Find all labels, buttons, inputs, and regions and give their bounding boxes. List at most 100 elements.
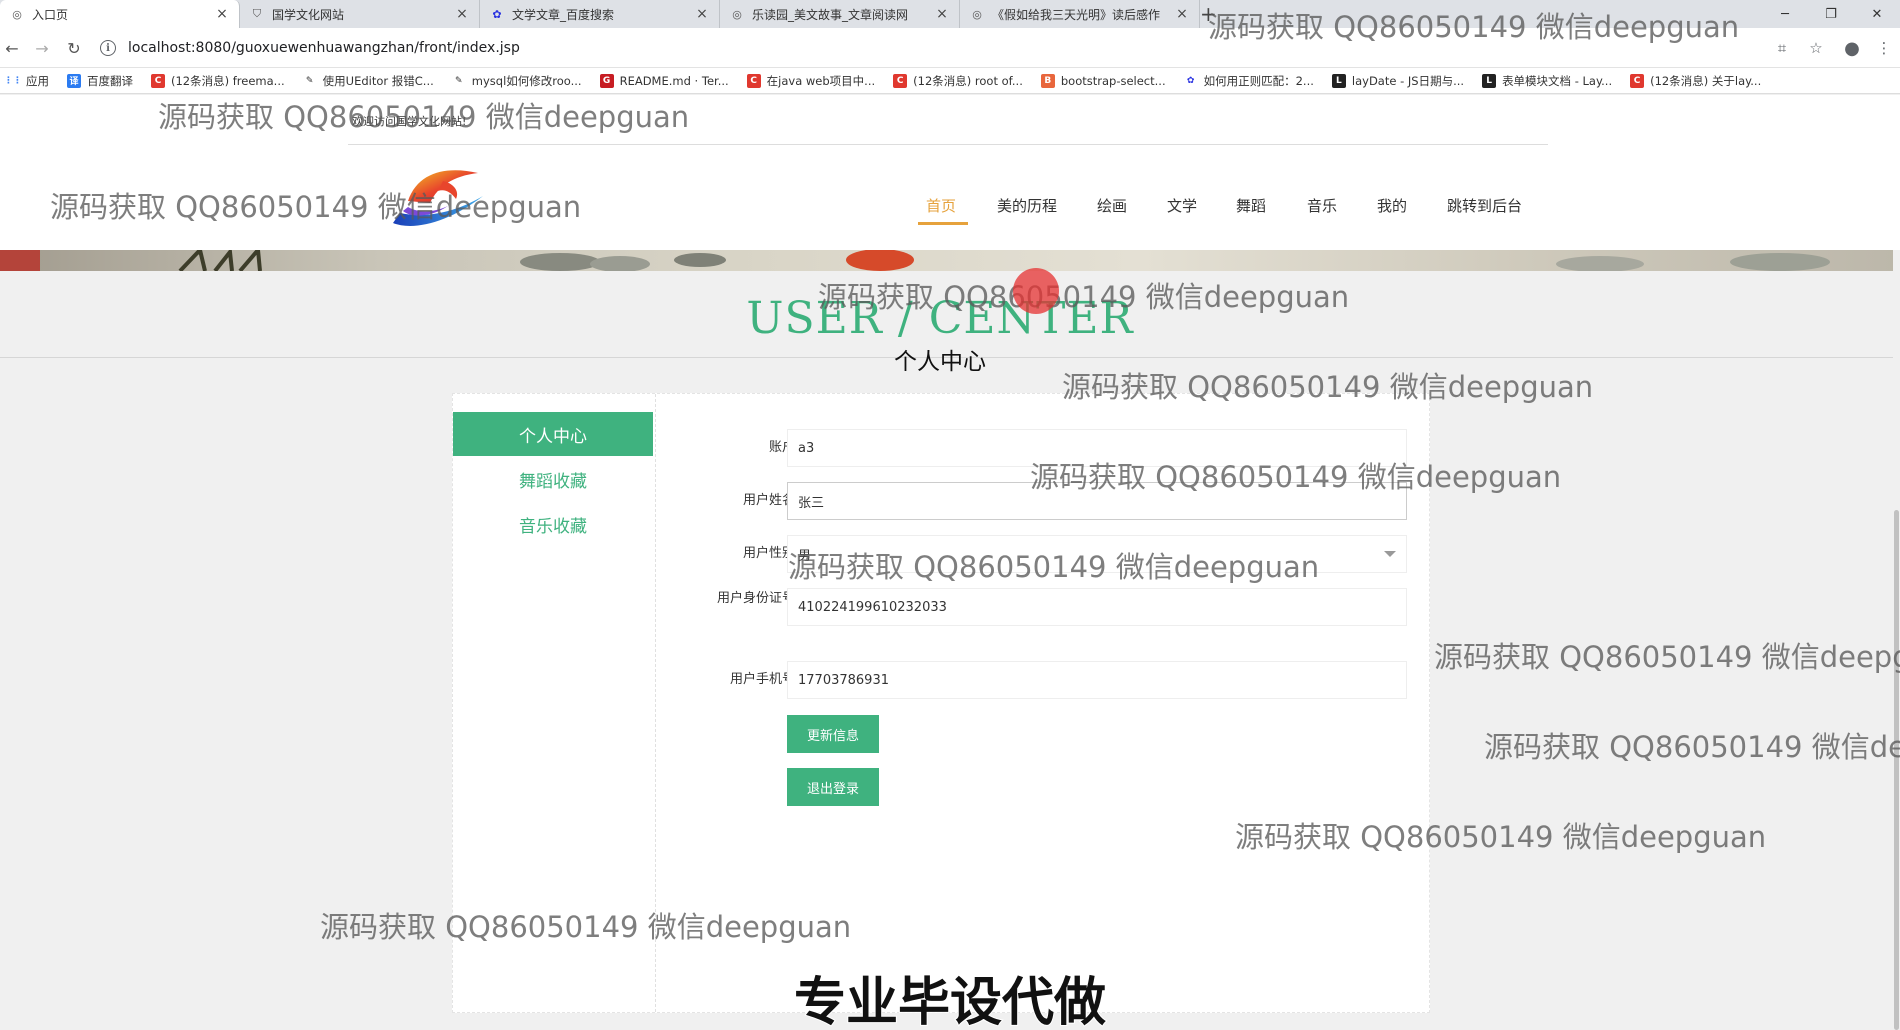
name-field[interactable]: 张三	[787, 482, 1407, 520]
phone-label: 用户手机号	[729, 672, 795, 687]
bookmark-label: mysql如何修改roo...	[471, 73, 582, 88]
menu-kebab-icon[interactable]: ⋮	[1874, 38, 1894, 58]
new-tab-icon[interactable]: +	[1200, 2, 1217, 26]
csdn-icon: C	[151, 73, 165, 88]
bookmark-item[interactable]: Bbootstrap-select...	[1040, 73, 1166, 88]
account-label: 账户	[768, 440, 795, 455]
bookmark-item[interactable]: C (12条消息) 关于lay...	[1630, 73, 1761, 89]
url-text[interactable]: localhost:8080/guoxuewenhuawangzhan/fron…	[128, 40, 520, 56]
click-indicator	[1013, 268, 1059, 314]
bookmark-item[interactable]: ✎ mysql如何修改roo...	[452, 73, 582, 89]
apps-grid-icon: ⋮⋮	[4, 75, 22, 86]
nav-item-mine[interactable]: 我的	[1377, 195, 1407, 216]
bookmark-label: (12条消息) root of...	[913, 73, 1023, 88]
bookmark-label: bootstrap-select...	[1060, 73, 1166, 88]
name-label: 用户姓名	[742, 493, 795, 508]
pen-icon: ✎	[305, 75, 314, 86]
forward-icon[interactable]: →	[30, 36, 54, 60]
bookmark-item[interactable]: G README.md · Ter...	[599, 73, 729, 88]
tab-title: 文学文章_百度搜索	[512, 7, 615, 22]
close-icon[interactable]: ×	[935, 6, 949, 22]
site-logo[interactable]	[388, 161, 488, 231]
browser-tab-3[interactable]: ◎ 乐读园_美文故事_文章阅读网 ×	[720, 0, 960, 28]
browser-tab-1[interactable]: ⛉ 国学文化网站 ×	[240, 0, 480, 28]
promo-banner-text: 专业毕设代做	[793, 972, 1107, 1030]
bookmark-label: layDate - JS日期与...	[1351, 73, 1465, 88]
bookmark-item[interactable]: LlayDate - JS日期与...	[1331, 73, 1465, 89]
translate-icon: 译	[67, 73, 81, 88]
bookmark-label: 百度翻译	[87, 73, 133, 88]
shield-icon: ⛉	[252, 7, 262, 20]
layui-icon: L	[1331, 73, 1346, 88]
gender-select[interactable]: 男	[787, 535, 1407, 573]
close-icon[interactable]: ×	[1175, 6, 1189, 22]
welcome-text: 欢迎访问国学文化网站!	[352, 115, 467, 128]
phone-field[interactable]: 17703786931	[787, 661, 1407, 699]
minimize-icon[interactable]: ─	[1762, 0, 1808, 28]
sidebar-item-music-favorites[interactable]: 音乐收藏	[453, 502, 653, 546]
nav-item-literature[interactable]: 文学	[1167, 195, 1197, 216]
info-icon[interactable]: i	[100, 40, 116, 56]
bootstrap-icon: B	[1040, 73, 1055, 88]
tab-title: 《假如给我三天光明》读后感作	[992, 7, 1161, 22]
close-icon[interactable]: ×	[455, 6, 469, 22]
browser-tab-0[interactable]: ◎ 入口页 ×	[0, 0, 240, 28]
user-sidebar: 个人中心 舞蹈收藏 音乐收藏	[453, 394, 656, 1012]
sidebar-item-dance-favorites[interactable]: 舞蹈收藏	[453, 457, 653, 501]
csdn-icon: C	[746, 73, 761, 88]
id-card-label: 用户身份证号	[716, 591, 795, 606]
back-icon[interactable]: ←	[0, 36, 24, 60]
phone-value: 17703786931	[798, 672, 889, 688]
banner-image	[0, 250, 1900, 271]
bookmark-item[interactable]: C 在java web项目中...	[746, 73, 875, 89]
translate-icon[interactable]: ⌗	[1772, 38, 1792, 58]
nav-item-admin[interactable]: 跳转到后台	[1447, 195, 1522, 216]
globe-icon: ◎	[732, 7, 742, 21]
star-icon[interactable]: ☆	[1806, 38, 1826, 58]
id-card-field[interactable]: 410224199610232033	[787, 588, 1407, 626]
browser-toolbar: ← → ↻ i localhost:8080/guoxuewenhuawangz…	[0, 28, 1900, 68]
chevron-down-icon	[1384, 551, 1396, 557]
restore-icon[interactable]: ❐	[1808, 0, 1854, 28]
bookmark-item[interactable]: ⋮⋮ 应用	[4, 73, 49, 89]
logout-button[interactable]: 退出登录	[787, 768, 879, 806]
nav-item-music[interactable]: 音乐	[1307, 195, 1337, 216]
nav-active-indicator	[918, 222, 968, 225]
bookmark-item[interactable]: C (12条消息) freema...	[151, 73, 285, 89]
tab-title: 入口页	[32, 7, 69, 22]
bookmark-item[interactable]: C (12条消息) root of...	[893, 73, 1023, 89]
site-header: 欢迎访问国学文化网站! 首页 美的历程 绘画 文学 舞蹈 音乐 我的 跳转到后台	[0, 95, 1900, 250]
close-icon[interactable]: ×	[215, 6, 229, 22]
scrollbar-thumb[interactable]	[1894, 510, 1899, 1030]
close-icon[interactable]: ×	[695, 6, 709, 22]
nav-item-painting[interactable]: 绘画	[1097, 195, 1127, 216]
bookmark-label: 如何用正则匹配：2...	[1203, 73, 1314, 88]
nav-item-history[interactable]: 美的历程	[997, 195, 1057, 216]
browser-tab-2[interactable]: ✿ 文学文章_百度搜索 ×	[480, 0, 720, 28]
csdn-icon: C	[893, 73, 908, 88]
bookmark-item[interactable]: ✿ 如何用正则匹配：2...	[1184, 73, 1314, 89]
id-card-value: 410224199610232033	[798, 599, 947, 615]
nav-item-home[interactable]: 首页	[926, 195, 956, 216]
bookmarks-bar: ⋮⋮ 应用 译百度翻译 C (12条消息) freema... ✎ 使用UEditor 报错…	[0, 68, 1900, 94]
user-center-panel: 个人中心 舞蹈收藏 音乐收藏 账户 a3 用户姓名 张三 用户性别 男 用户身份…	[452, 393, 1430, 1013]
bookmark-item[interactable]: 译百度翻译	[67, 73, 133, 89]
account-value: a3	[798, 440, 815, 456]
update-info-button[interactable]: 更新信息	[787, 715, 879, 753]
close-window-icon[interactable]: ✕	[1854, 0, 1900, 28]
account-icon[interactable]: ●	[1842, 38, 1862, 59]
csdn-icon: C	[1630, 73, 1645, 88]
browser-tab-4[interactable]: ◎ 《假如给我三天光明》读后感作 ×	[960, 0, 1200, 28]
account-field[interactable]: a3	[787, 429, 1407, 467]
sidebar-item-profile[interactable]: 个人中心	[453, 412, 653, 456]
address-bar[interactable]: i localhost:8080/guoxuewenhuawangzhan/fr…	[100, 33, 1760, 63]
gitee-icon: G	[599, 73, 614, 88]
section-title-cn: 个人中心	[894, 349, 986, 375]
paw-icon: ✿	[492, 7, 502, 21]
bookmark-item[interactable]: L 表单模块文档 - Lay...	[1482, 73, 1612, 89]
bookmark-item[interactable]: ✎ 使用UEditor 报错C...	[303, 73, 434, 89]
nav-item-dance[interactable]: 舞蹈	[1236, 195, 1266, 216]
gender-value: 男	[798, 548, 812, 564]
layui-icon: L	[1482, 73, 1497, 88]
reload-icon[interactable]: ↻	[62, 36, 86, 60]
